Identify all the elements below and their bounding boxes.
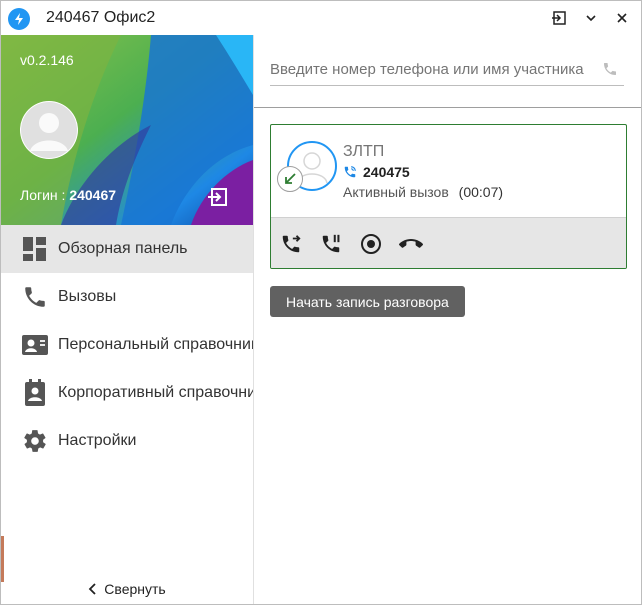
contact-book-icon (21, 379, 49, 407)
hangup-icon (399, 239, 423, 248)
sidebar-item-personal-directory[interactable]: Персональный справочник (1, 321, 253, 369)
pin-window-button[interactable] (547, 7, 571, 29)
call-actions (271, 217, 626, 268)
call-status-text: Активный вызов (343, 184, 449, 200)
person-icon (21, 102, 77, 158)
record-icon (361, 234, 381, 254)
login-value: 240467 (69, 187, 117, 203)
logout-button[interactable] (206, 185, 230, 209)
profile-header: v0.2.146 Логин : 240467 (1, 35, 253, 225)
sidebar-item-calls[interactable]: Вызовы (1, 273, 253, 321)
app-version: v0.2.146 (20, 52, 74, 68)
hold-call-button[interactable] (319, 232, 343, 256)
user-avatar (20, 101, 78, 159)
sidebar-item-label: Настройки (58, 432, 137, 449)
chevron-down-icon (586, 15, 596, 22)
sidebar-item-settings[interactable]: Настройки (1, 417, 253, 465)
phone-in-talk-icon (344, 166, 356, 178)
sidebar-item-label: Корпоративный справочник (58, 384, 253, 401)
close-icon (617, 13, 627, 23)
app-logo-icon (8, 8, 30, 30)
incoming-call-badge (277, 166, 303, 192)
sidebar-item-label: Вызовы (58, 288, 117, 305)
hold-call-icon (322, 234, 340, 253)
sidebar-item-label: Обзорная панель (58, 240, 188, 257)
search-bar (270, 55, 624, 86)
dashboard-icon (21, 235, 49, 263)
record-tooltip: Начать запись разговора (270, 286, 465, 317)
caller-number-value: 240475 (363, 164, 410, 180)
sidebar-item-dashboard[interactable]: Обзорная панель (1, 225, 253, 273)
sidebar-item-label: Персональный справочник (58, 336, 253, 353)
transfer-call-button[interactable] (279, 232, 303, 256)
minimize-button[interactable] (579, 7, 603, 29)
record-call-button[interactable] (359, 232, 383, 256)
app-window: 240467 Офис2 v0.2.146 Логин: 240467 Обз… (0, 0, 642, 605)
sidebar-item-corporate-directory[interactable]: Корпоративный справочник (1, 369, 253, 417)
search-input[interactable] (270, 55, 590, 83)
call-duration: (00:07) (458, 184, 504, 200)
login-label: Логин : (20, 187, 66, 203)
login-info: Логин : 240467 (20, 187, 116, 203)
logout-icon (208, 188, 227, 206)
title-bar: 240467 Офис2 (1, 1, 641, 35)
sidebar: v0.2.146 Логин : 240467 Обзорная панель … (1, 35, 254, 604)
incoming-call-arrow-icon (285, 173, 296, 184)
transfer-call-icon (282, 235, 301, 253)
enter-icon (552, 11, 566, 25)
window-title: 240467 Офис2 (46, 9, 156, 26)
dial-phone-icon[interactable] (602, 61, 618, 77)
collapse-label: Свернуть (104, 581, 166, 597)
caller-name: ЗЛТП (343, 143, 385, 160)
main-panel: ЗЛТП 240475 Активный вызов (00:07) (254, 35, 641, 604)
header-divider (254, 107, 641, 108)
sidebar-menu: Обзорная панель Вызовы Персональный спра… (1, 225, 253, 465)
active-call-card[interactable]: ЗЛТП 240475 Активный вызов (00:07) (270, 124, 627, 269)
contact-card-icon (21, 331, 49, 359)
collapse-sidebar-button[interactable]: Свернуть (1, 574, 253, 604)
caller-number: 240475 (343, 164, 410, 180)
hangup-button[interactable] (399, 232, 423, 256)
window-edge-decoration (1, 536, 4, 582)
phone-icon (21, 283, 49, 311)
gear-icon (21, 427, 49, 455)
call-status: Активный вызов (00:07) (343, 184, 503, 200)
close-button[interactable] (610, 7, 634, 29)
chevron-left-icon (89, 583, 96, 595)
